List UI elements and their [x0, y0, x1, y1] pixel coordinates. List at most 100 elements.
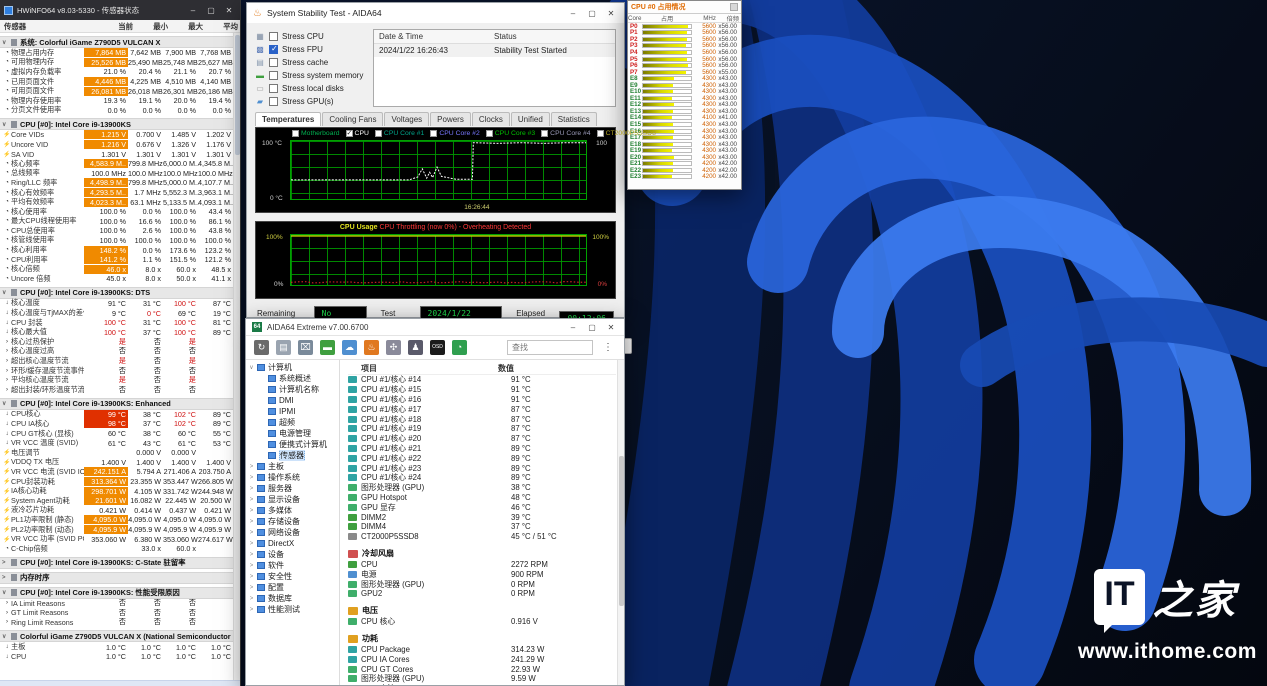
legend-motherboard[interactable]: Motherboard: [292, 130, 340, 137]
sensor-row[interactable]: ›超出封装/环形温度节流限制否否否: [0, 385, 233, 395]
stress-option-stress-gpu-s-[interactable]: ▰Stress GPU(s): [255, 97, 367, 106]
sensor-row[interactable]: ⚡IA核心功耗298.701 W4.105 W331.742 W244.948 …: [0, 486, 233, 496]
sidebar-item-超频[interactable]: 超频: [246, 417, 339, 428]
sensor-row[interactable]: ›超出核心温度节流是否是: [0, 356, 233, 366]
sidebar-item-DMI[interactable]: DMI: [246, 395, 339, 406]
expander-closed-icon[interactable]: >: [2, 560, 8, 566]
sidebar-item-电源管理[interactable]: 电源管理: [246, 428, 339, 439]
tab-statistics[interactable]: Statistics: [551, 112, 597, 126]
sensor-row[interactable]: ◔Uncore 倍频45.0 x8.0 x50.0 x41.1 x: [0, 274, 233, 284]
legend-checkbox[interactable]: [346, 130, 353, 137]
checkbox[interactable]: [269, 97, 278, 106]
stress-option-stress-fpu[interactable]: ▩Stress FPU: [255, 45, 367, 54]
sidebar-item-安全性[interactable]: >安全性: [246, 571, 339, 582]
expander-closed-icon[interactable]: >: [249, 574, 254, 580]
sensor-row[interactable]: ◔C-Chip倍频33.0 x60.0 x: [0, 544, 233, 554]
sensor-row[interactable]: ◔分页文件使用率0.0 %0.0 %0.0 %0.0 %: [0, 106, 233, 116]
sensor-row[interactable]: CPU Package314.23 W: [348, 645, 616, 655]
sidebar-item-便携式计算机[interactable]: 便携式计算机: [246, 439, 339, 450]
sensor-row[interactable]: ⚡VDDQ TX 电压1.400 V1.400 V1.400 V1.400 V: [0, 458, 233, 468]
sensor-row[interactable]: DIMM437 °C: [348, 522, 616, 532]
sensor-row[interactable]: ◔核心使用率100.0 %0.0 %100.0 %43.4 %: [0, 207, 233, 217]
hwinfo-section-header[interactable]: >内存时序: [0, 572, 233, 584]
expander-open-icon[interactable]: ∨: [2, 589, 8, 596]
sensor-row[interactable]: ↓CPU核心99 °C38 °C102 °C89 °C: [0, 410, 233, 420]
legend-cpu-core-3[interactable]: CPU Core #3: [486, 130, 535, 137]
devices-icon[interactable]: ⌧: [298, 340, 313, 355]
sidebar-item-网络设备[interactable]: >网络设备: [246, 527, 339, 538]
sensor-row[interactable]: ⚡VR VCC 功率 (SVID POUT)353.060 W6.380 W35…: [0, 534, 233, 544]
sensor-row[interactable]: ⚡CPU封装功耗313.364 W23.355 W353.447 W266.80…: [0, 477, 233, 487]
checkbox[interactable]: [269, 71, 278, 80]
expander-open-icon[interactable]: ∨: [2, 289, 8, 296]
close-icon[interactable]: ✕: [222, 6, 236, 15]
hwinfo-horizontal-scrollbar[interactable]: [0, 680, 240, 686]
sensor-row[interactable]: ↓CPU1.0 °C1.0 °C1.0 °C1.0 °C: [0, 652, 233, 662]
sensor-row[interactable]: ◔CPU总使用率100.0 %2.6 %100.0 %43.8 %: [0, 226, 233, 236]
legend-cpu-core-1[interactable]: CPU Core #1: [375, 130, 424, 137]
sidebar-item-设备[interactable]: >设备: [246, 549, 339, 560]
search-input[interactable]: [507, 340, 593, 355]
sensor-row[interactable]: ›核心温度过高否否否: [0, 347, 233, 357]
sensor-row[interactable]: 图形处理器 (GPU)0 RPM: [348, 579, 616, 589]
sensor-row[interactable]: ⚡System Agent功耗21.601 W16.082 W22.445 W2…: [0, 496, 233, 506]
close-icon[interactable]: ✕: [604, 323, 618, 332]
memory-icon[interactable]: ▬: [320, 340, 335, 355]
sensor-row[interactable]: ⚡VR VCC 电流 (SVID IOUT)242.151 A5.794 A27…: [0, 467, 233, 477]
maximize-icon[interactable]: ▢: [585, 9, 599, 18]
expander-closed-icon[interactable]: >: [249, 552, 254, 558]
sensor-row[interactable]: ›IA Limit Reasons否否否: [0, 599, 233, 609]
refresh-icon[interactable]: ↻: [254, 340, 269, 355]
sensor-row[interactable]: ◔核心频率4,583.9 M..799.8 MHz6,000.0 M..4,34…: [0, 159, 233, 169]
sidebar-item-计算机[interactable]: ∨计算机: [246, 362, 339, 373]
expander-closed-icon[interactable]: >: [249, 530, 254, 536]
sensor-row[interactable]: ◔核心利用率148.2 %0.0 %173.6 %123.2 %: [0, 245, 233, 255]
tab-powers[interactable]: Powers: [430, 112, 471, 126]
sensor-row[interactable]: ⚡Uncore VID1.216 V0.676 V1.326 V1.176 V: [0, 140, 233, 150]
sidebar-item-DirectX[interactable]: >DirectX: [246, 538, 339, 549]
stress-option-stress-system-memory[interactable]: ▬Stress system memory: [255, 71, 367, 80]
hwinfo-section-header[interactable]: >CPU [#0]: Intel Core i9-13900KS: C-Stat…: [0, 557, 233, 569]
tab-cooling-fans[interactable]: Cooling Fans: [322, 112, 383, 126]
expander-closed-icon[interactable]: >: [249, 585, 254, 591]
legend-checkbox[interactable]: [541, 130, 548, 137]
sensor-row[interactable]: CPU IA Cores241.29 W: [348, 654, 616, 664]
legend-checkbox[interactable]: [486, 130, 493, 137]
legend-cpu-core-4[interactable]: CPU Core #4: [541, 130, 590, 137]
core-panel-close-icon[interactable]: [730, 3, 738, 11]
users-icon[interactable]: ♟: [408, 340, 423, 355]
stress-option-stress-local-disks[interactable]: ▭Stress local disks: [255, 84, 367, 93]
sidebar-item-多媒体[interactable]: >多媒体: [246, 505, 339, 516]
osd-icon[interactable]: OSD: [430, 340, 445, 355]
sidebar-item-软件[interactable]: >软件: [246, 560, 339, 571]
log-row[interactable]: 2024/1/22 16:26:43 Stability Test Starte…: [374, 44, 615, 57]
sensor-row[interactable]: ⚡Core VIDs1.215 V0.700 V1.485 V1.202 V: [0, 130, 233, 140]
expander-closed-icon[interactable]: >: [249, 475, 254, 481]
hwinfo-section-header[interactable]: ∨Colorful iGame Z790D5 VULCAN X (Nationa…: [0, 630, 233, 642]
sensor-row[interactable]: ◔物理内存使用率19.3 %19.1 %20.0 %19.4 %: [0, 96, 233, 106]
expander-open-icon[interactable]: ∨: [2, 633, 8, 640]
expander-closed-icon[interactable]: >: [249, 497, 254, 503]
sensor-row[interactable]: ›GT Limit Reasons否否否: [0, 608, 233, 618]
sensor-row[interactable]: ⚡液冷芯片功耗0.421 W0.414 W0.437 W0.421 W: [0, 506, 233, 516]
sidebar-item-IPMI[interactable]: IPMI: [246, 406, 339, 417]
expander-closed-icon[interactable]: >: [249, 486, 254, 492]
sensor-panel-scrollbar[interactable]: [617, 360, 624, 685]
sensor-row[interactable]: ↓CPU IA核心98 °C37 °C102 °C89 °C: [0, 419, 233, 429]
sidebar-item-计算机名称[interactable]: 计算机名称: [246, 384, 339, 395]
sensor-row[interactable]: ◔总线频率100.0 MHz100.0 MHz100.0 MHz100.0 MH…: [0, 169, 233, 179]
sensor-row[interactable]: CPU 电流7 A: [348, 684, 616, 685]
checkbox[interactable]: [269, 45, 278, 54]
hwinfo-section-header[interactable]: ∨CPU [#0]: Intel Core i9-13900KS: DTS: [0, 287, 233, 299]
sensor-row[interactable]: ↓主板1.0 °C1.0 °C1.0 °C1.0 °C: [0, 642, 233, 652]
sidebar-item-主板[interactable]: >主板: [246, 461, 339, 472]
legend-checkbox[interactable]: [292, 130, 299, 137]
sensor-row[interactable]: ◔最大CPU线程使用率100.0 %16.6 %100.0 %86.1 %: [0, 217, 233, 227]
sensor-row[interactable]: ◔可用页面文件26,081 MB26,018 MB26,301 MB26,186…: [0, 86, 233, 96]
sensor-row[interactable]: ↓CPU GT核心 (显核)60 °C38 °C60 °C55 °C: [0, 429, 233, 439]
sensor-row[interactable]: ›核心过热保护是否是: [0, 337, 233, 347]
sensor-row[interactable]: ↓核心温度与TjMAX的差值9 °C0 °C69 °C19 °C: [0, 308, 233, 318]
tab-temperatures[interactable]: Temperatures: [255, 112, 321, 126]
network-icon[interactable]: ☁: [342, 340, 357, 355]
sensor-row[interactable]: 图形处理器 (GPU)38 °C: [348, 483, 616, 493]
